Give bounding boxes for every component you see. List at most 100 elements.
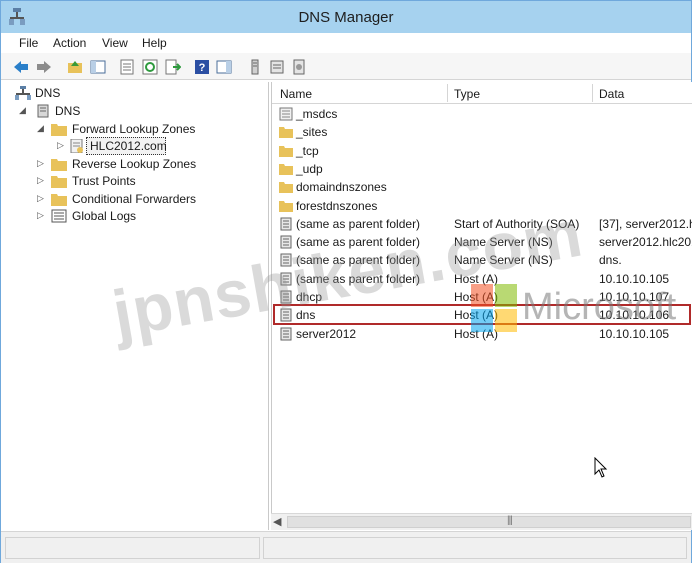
folder-icon	[279, 127, 293, 139]
server-icon[interactable]	[247, 59, 263, 75]
log-icon	[51, 209, 67, 223]
status-bar	[1, 531, 691, 563]
cell-data: server2012.hlc2012	[599, 235, 692, 250]
mouse-cursor-icon	[594, 457, 608, 478]
tree-label: Trust Points	[72, 174, 136, 188]
column-header-type[interactable]: Type	[454, 87, 480, 101]
cell-data: 10.10.10.107	[599, 290, 670, 304]
cell-name: (same as parent folder)	[296, 235, 421, 250]
collapse-icon[interactable]: ◢	[19, 106, 27, 115]
record-icon	[280, 327, 292, 341]
show-hide-tree-icon[interactable]	[90, 59, 106, 75]
expand-icon[interactable]: ▷	[57, 141, 65, 150]
cell-name: dhcp	[296, 290, 323, 304]
cell-data: 10.10.10.105	[599, 271, 670, 286]
tree-label: Reverse Lookup Zones	[72, 157, 197, 171]
export-list-icon[interactable]	[165, 59, 181, 75]
status-pane-right	[263, 537, 687, 559]
cell-name: forestdnszones	[296, 198, 378, 213]
list-row[interactable]: _sites	[272, 123, 692, 141]
dns-manager-window: DNS Manager File Action View Help ? DNS …	[0, 0, 692, 563]
zone-icon[interactable]	[269, 59, 285, 75]
menu-view[interactable]: View	[102, 36, 128, 50]
show-hide-action-pane-icon[interactable]	[216, 59, 232, 75]
menu-action[interactable]: Action	[53, 36, 86, 50]
expand-icon[interactable]: ▷	[37, 211, 45, 220]
cell-name: _udp	[296, 161, 323, 176]
list-row[interactable]: server2012 Host (A) 10.10.10.105	[272, 325, 692, 343]
column-divider[interactable]	[447, 84, 448, 102]
menu-file[interactable]: File	[19, 36, 38, 50]
list-header: Name Type Data	[272, 82, 692, 104]
forward-arrow-icon[interactable]	[36, 59, 52, 75]
column-divider[interactable]	[592, 84, 593, 102]
window-title: DNS Manager	[298, 9, 394, 26]
svg-text:?: ?	[199, 62, 206, 74]
folder-icon	[51, 159, 67, 171]
record-icon	[280, 217, 292, 231]
folder-icon	[51, 124, 67, 136]
list-row[interactable]: (same as parent folder) Name Server (NS) s…	[272, 233, 692, 251]
list-row[interactable]: (same as parent folder) Name Server (NS) d…	[272, 251, 692, 269]
tree-label: Global Logs	[72, 209, 137, 223]
title-bar[interactable]: DNS Manager	[1, 1, 691, 33]
folder-icon	[51, 176, 67, 188]
toolbar: ?	[1, 53, 691, 80]
scroll-thumb[interactable]	[287, 516, 691, 528]
help-icon[interactable]: ?	[194, 59, 210, 75]
cell-type: Host (A)	[454, 290, 499, 304]
record-icon	[280, 235, 292, 249]
back-arrow-icon[interactable]	[13, 59, 29, 75]
list-row[interactable]: (same as parent folder) Start of Authorit…	[272, 215, 692, 233]
folder-icon	[51, 194, 67, 206]
dns-root-icon	[15, 86, 31, 100]
list-row[interactable]: dhcp Host (A) 10.10.10.107	[272, 288, 692, 306]
cell-name: (same as parent folder)	[296, 216, 421, 231]
list-row[interactable]: (same as parent folder) Host (A) 10.10.10.…	[272, 270, 692, 288]
tree-label: Conditional Forwarders	[72, 192, 197, 206]
collapse-icon[interactable]: ◢	[37, 124, 45, 133]
record-icon	[280, 290, 292, 304]
folder-icon	[279, 163, 293, 175]
properties-icon[interactable]	[119, 59, 135, 75]
expand-icon[interactable]: ▷	[37, 176, 45, 185]
list-row[interactable]: _msdcs	[272, 105, 692, 123]
list-row[interactable]: domaindnszones	[272, 178, 692, 196]
tree-label: Forward Lookup Zones	[72, 122, 196, 136]
list-row[interactable]: forestdnszones	[272, 197, 692, 215]
refresh-icon[interactable]	[142, 59, 158, 75]
horizontal-scrollbar[interactable]: ◀ |||	[271, 513, 692, 530]
record-list: Name Type Data _msdcs _sites _tcp _udpdomai…	[271, 82, 692, 530]
cell-name: _msdcs	[296, 107, 338, 121]
folder-record-icon	[279, 107, 293, 121]
expand-icon[interactable]: ▷	[37, 194, 45, 203]
list-row[interactable]: _udp	[272, 160, 692, 178]
cell-data: dns.	[599, 253, 622, 268]
cell-name: _sites	[296, 125, 328, 140]
list-row[interactable]: _tcp	[272, 142, 692, 160]
record-icon	[280, 272, 292, 286]
column-header-name[interactable]: Name	[280, 87, 312, 101]
column-header-data[interactable]: Data	[599, 87, 624, 101]
scroll-grip-icon: |||	[507, 515, 513, 526]
cell-name: (same as parent folder)	[296, 271, 421, 286]
up-folder-icon[interactable]	[67, 59, 83, 75]
record-icon[interactable]	[291, 59, 307, 75]
folder-icon	[279, 145, 293, 157]
menu-bar: File Action View Help	[1, 33, 691, 53]
cell-data: 10.10.10.105	[599, 326, 670, 341]
cell-name: _tcp	[296, 143, 319, 158]
highlight-box	[273, 304, 691, 326]
cell-name: (same as parent folder)	[296, 253, 421, 268]
cell-name: domaindnszones	[296, 180, 387, 195]
record-icon	[280, 253, 292, 267]
cell-type: Name Server (NS)	[454, 253, 553, 268]
cell-type: Start of Authority (SOA)	[454, 216, 580, 231]
cell-type: Host (A)	[454, 326, 499, 341]
menu-help[interactable]: Help	[142, 36, 167, 50]
cell-data: [37], server2012.hlc	[599, 216, 692, 231]
scroll-left-icon[interactable]: ◀	[273, 515, 281, 528]
tree-label: HLC2012.com	[90, 139, 167, 153]
status-pane-left	[5, 537, 260, 559]
expand-icon[interactable]: ▷	[37, 159, 45, 168]
